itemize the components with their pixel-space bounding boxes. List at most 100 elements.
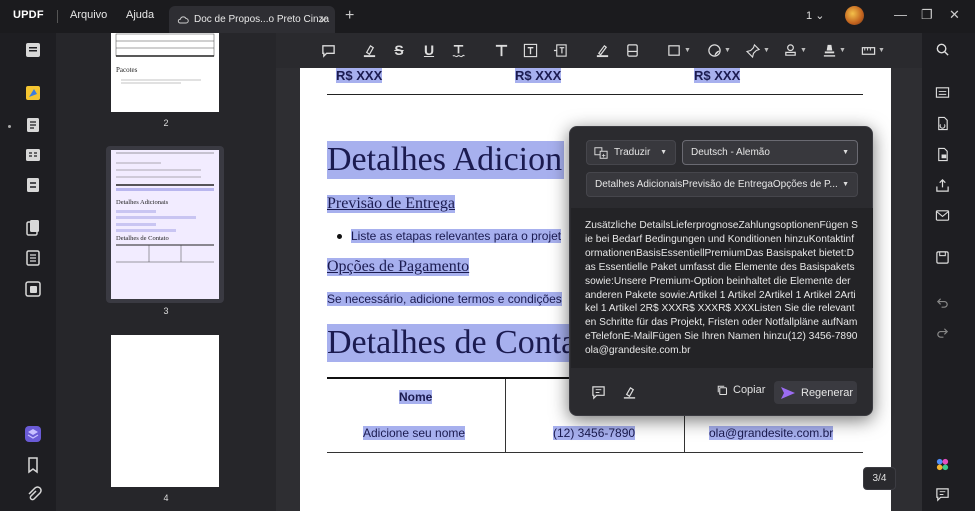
textbox-icon[interactable]	[522, 42, 538, 58]
translate-popup: Traduzir ▼ Deutsch - Alemão ▼ Detalhes A…	[569, 126, 873, 416]
save-icon[interactable]	[934, 249, 950, 265]
reader-icon[interactable]	[24, 41, 42, 59]
thumbnail-label-3: 3	[163, 306, 169, 316]
highlight-result-icon[interactable]	[621, 384, 637, 400]
language-select-value: Deutsch - Alemão	[691, 147, 770, 158]
price-3: R$ XXX	[694, 68, 741, 83]
stamp-caret-icon[interactable]: ▼	[800, 47, 807, 54]
compress-icon[interactable]	[24, 219, 42, 237]
document-tab[interactable]: Doc de Propos...o Preto Cinza ×	[169, 6, 335, 33]
translation-result: Zusätzliche DetailsLieferprognoseZahlung…	[571, 208, 873, 368]
comment-icon[interactable]	[320, 42, 336, 58]
link-previsao-entrega[interactable]: Previsão de Entrega	[327, 195, 455, 213]
copy-icon	[717, 385, 728, 396]
thumbnail-page-3-content	[116, 152, 214, 263]
text-icon[interactable]	[493, 42, 509, 58]
menu-arquivo[interactable]: Arquivo	[70, 9, 107, 21]
title-separator	[57, 10, 58, 23]
source-text-select[interactable]: Detalhes AdicionaisPrevisão de EntregaOp…	[586, 172, 858, 197]
page-indicator: 3/4	[863, 467, 896, 490]
updf-window: UPDF Arquivo Ajuda Doc de Propos...o Pre…	[0, 0, 975, 511]
organize-pages-icon[interactable]	[24, 146, 42, 164]
eraser-icon[interactable]	[624, 42, 640, 58]
protect-icon[interactable]	[934, 146, 950, 162]
attachment-icon[interactable]	[24, 485, 42, 503]
mode-caret-icon: ▼	[660, 149, 667, 156]
copy-button[interactable]: Copiar	[716, 384, 765, 396]
translate-icon	[594, 147, 608, 159]
highlighter-icon[interactable]	[361, 42, 377, 58]
underline-icon[interactable]: U	[421, 42, 437, 58]
page-selector[interactable]: 1 ⌄	[806, 9, 824, 22]
cloud-icon	[177, 15, 189, 23]
undo-icon[interactable]	[934, 294, 950, 310]
strikethrough-icon[interactable]: S	[391, 42, 407, 58]
ocr-text-icon[interactable]	[934, 84, 950, 100]
text-callout-icon[interactable]	[552, 42, 568, 58]
price-2: R$ XXX	[515, 68, 562, 83]
ocr-icon[interactable]	[24, 249, 42, 267]
thumbnail-label-2: 2	[163, 118, 169, 128]
regenerate-button[interactable]: Regenerar	[774, 381, 857, 404]
form-icon[interactable]	[24, 176, 42, 194]
pin-caret-icon[interactable]: ▼	[763, 47, 770, 54]
comment-tool-icon[interactable]	[24, 84, 42, 102]
contact-table-divider-1	[505, 379, 506, 452]
updf-ai-icon[interactable]	[934, 456, 950, 472]
email-icon[interactable]	[934, 207, 950, 223]
bullet-dot	[337, 234, 342, 239]
thumbnail-page-2-title: Pacotes	[116, 66, 138, 74]
send-icon	[781, 386, 795, 399]
bookmark-icon[interactable]	[24, 456, 42, 474]
thumbnail-page-4[interactable]	[111, 335, 219, 487]
stamp-icon[interactable]	[782, 42, 798, 58]
menu-ajuda[interactable]: Ajuda	[126, 9, 154, 21]
sticker-icon[interactable]	[706, 42, 722, 58]
restore-icon[interactable]: ❐	[921, 7, 933, 23]
bullet-text: Liste as etapas relevantes para o projet	[351, 229, 562, 243]
share-icon[interactable]	[934, 177, 950, 193]
contact-table-bottom	[327, 452, 863, 453]
thumbnail-label-4: 4	[163, 493, 169, 503]
edit-pdf-icon[interactable]	[24, 116, 42, 134]
signature-icon[interactable]	[821, 42, 837, 58]
batch-icon[interactable]	[24, 280, 42, 298]
left-tool-rail	[0, 33, 56, 511]
sticker-caret-icon[interactable]: ▼	[724, 47, 731, 54]
insert-comment-icon[interactable]	[590, 384, 606, 400]
pin-icon[interactable]	[745, 42, 761, 58]
thumbnail-page-2[interactable]: Pacotes	[111, 33, 219, 112]
signature-caret-icon[interactable]: ▼	[839, 47, 846, 54]
right-tool-rail	[922, 33, 975, 511]
redo-icon[interactable]	[934, 324, 950, 340]
shape-caret-icon[interactable]: ▼	[684, 47, 691, 54]
paragraph-termos: Se necessário, adicione termos e condiçõ…	[327, 292, 562, 306]
shape-icon[interactable]	[666, 42, 682, 58]
avatar[interactable]	[845, 6, 864, 25]
source-text-value: Detalhes AdicionaisPrevisão de EntregaOp…	[595, 179, 838, 190]
heading-detalhes-adicionais: Detalhes Adicion	[327, 141, 565, 179]
copy-label: Copiar	[733, 384, 766, 396]
document-tab-title: Doc de Propos...o Preto Cinza	[194, 14, 330, 25]
close-tab-icon[interactable]: ×	[319, 12, 327, 27]
measure-icon[interactable]	[860, 42, 876, 58]
pencil-icon[interactable]	[594, 42, 610, 58]
search-icon[interactable]	[934, 41, 950, 57]
squiggly-icon[interactable]	[450, 42, 466, 58]
thumbnail-panel: Pacotes 2 Detalhes Adicionais Detalhes d…	[56, 33, 276, 511]
convert-icon[interactable]	[934, 115, 950, 131]
link-opcoes-pagamento[interactable]: Opções de Pagamento	[327, 258, 470, 276]
feedback-icon[interactable]	[934, 486, 950, 502]
minimize-icon[interactable]: —	[894, 7, 907, 22]
close-window-icon[interactable]: ✕	[949, 7, 960, 23]
new-tab-icon[interactable]: +	[345, 7, 354, 25]
language-select[interactable]: Deutsch - Alemão ▼	[682, 140, 858, 165]
contact-cell-phone: (12) 3456-7890	[553, 426, 636, 440]
ai-assistant-icon[interactable]	[24, 425, 42, 443]
measure-caret-icon[interactable]: ▼	[878, 47, 885, 54]
thumbnail-page-3[interactable]: Detalhes Adicionais Detalhes de Contato	[111, 150, 219, 299]
contact-header-nome: Nome	[399, 390, 433, 404]
contact-cell-email: ola@grandesite.com.br	[709, 426, 834, 440]
mode-select[interactable]: Traduzir ▼	[586, 140, 676, 165]
price-1: R$ XXX	[336, 68, 383, 83]
